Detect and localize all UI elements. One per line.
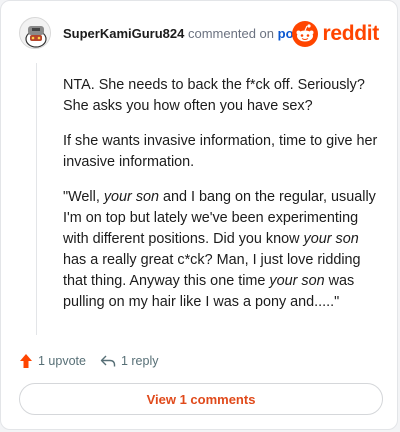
thread-line[interactable] xyxy=(36,63,37,335)
snoo-avatar[interactable] xyxy=(19,17,51,49)
reply-arrow-icon xyxy=(100,355,116,367)
comment-emphasis: your son xyxy=(269,273,325,289)
brand-wordmark: reddit xyxy=(322,22,379,45)
reply-count: 1 reply xyxy=(120,354,159,368)
comment-byline: SuperKamiGuru824 commented on post xyxy=(63,26,305,41)
comment-text: "Well, xyxy=(63,189,104,205)
comment-paragraph: If she wants invasive information, time … xyxy=(63,133,378,170)
snoo-avatar-icon xyxy=(20,18,50,48)
comment-paragraph: NTA. She needs to back the f*ck off. Ser… xyxy=(63,77,365,114)
username-link[interactable]: SuperKamiGuru824 xyxy=(63,26,184,41)
action-text: commented on xyxy=(188,26,274,41)
upvote-count: 1 upvote xyxy=(38,354,86,368)
comment-actions: 1 upvote 1 reply xyxy=(19,351,173,371)
view-comments-button[interactable]: View 1 comments xyxy=(19,383,383,415)
comment-paragraph: "Well, your son and I bang on the regula… xyxy=(63,187,381,313)
upvote-arrow-icon xyxy=(20,354,32,368)
comment-card: SuperKamiGuru824 commented on post reddi… xyxy=(0,0,398,430)
comment-header: SuperKamiGuru824 commented on post reddi… xyxy=(19,17,379,51)
reddit-logo-icon xyxy=(292,21,319,47)
comment-emphasis: your son xyxy=(103,189,160,205)
upvote-button[interactable]: 1 upvote xyxy=(19,353,86,369)
comment-emphasis: your son xyxy=(303,231,359,247)
comment-body: NTA. She needs to back the f*ck off. Ser… xyxy=(63,75,381,327)
reddit-brand[interactable]: reddit xyxy=(292,19,379,49)
reply-button[interactable]: 1 reply xyxy=(100,354,159,368)
